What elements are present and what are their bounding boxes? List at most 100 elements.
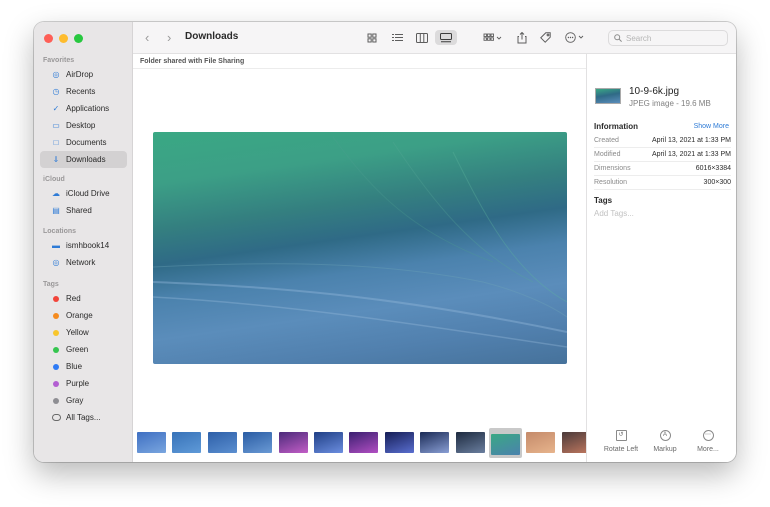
tag-button[interactable] — [538, 30, 552, 45]
markup-button[interactable]: A Markup — [643, 430, 687, 453]
zoom-window-button[interactable] — [74, 34, 83, 43]
filmstrip-thumbnail[interactable] — [137, 432, 166, 453]
icon-view-button[interactable] — [364, 30, 380, 45]
sidebar-item-label: iCloud Drive — [66, 189, 110, 198]
info-value: 300×300 — [703, 179, 731, 186]
filmstrip-thumbnail[interactable] — [349, 432, 379, 453]
tag-color-dot — [51, 379, 61, 389]
sidebar-item-label: Gray — [66, 396, 84, 405]
sidebar-item-all-tags[interactable]: All Tags... — [40, 409, 127, 426]
forward-button[interactable]: › — [167, 30, 171, 45]
tag-dot — [53, 363, 59, 370]
icon-view-icon — [367, 33, 377, 43]
info-key: Dimensions — [594, 165, 631, 172]
more-button[interactable]: ⋯ More... — [686, 430, 730, 453]
sidebar-item-shared[interactable]: ▤ Shared — [40, 202, 127, 219]
sidebar-header-tags: Tags — [43, 281, 59, 288]
list-view-button[interactable] — [389, 30, 405, 45]
info-row-modified: Modified April 13, 2021 at 1:33 PM — [594, 148, 731, 162]
filmstrip-thumbnail[interactable] — [526, 432, 556, 453]
action-label: Rotate Left — [603, 446, 639, 453]
share-button[interactable] — [515, 30, 529, 45]
tags-header: Tags — [594, 196, 613, 205]
filmstrip-thumbnail[interactable] — [278, 432, 308, 453]
tag-dot — [53, 346, 59, 353]
sidebar-item-label: Desktop — [66, 121, 96, 130]
group-by-button[interactable] — [481, 30, 505, 45]
show-more-link[interactable]: Show More — [694, 123, 729, 130]
tag-color-dot — [51, 311, 61, 321]
sidebar-item-label: Applications — [66, 104, 110, 113]
filmstrip-thumbnail[interactable] — [384, 432, 414, 453]
tag-dot — [53, 295, 59, 302]
search-field[interactable]: Search — [608, 30, 728, 46]
rotate-left-button[interactable]: ↺ Rotate Left — [599, 430, 643, 453]
tag-color-dot — [51, 396, 61, 406]
filmstrip-thumbnail[interactable] — [491, 434, 520, 455]
add-tags-field[interactable]: Add Tags... — [594, 209, 634, 218]
cloud-icon: ☁ — [52, 189, 60, 198]
filmstrip-thumbnail[interactable] — [207, 432, 237, 453]
group-grid-icon — [483, 33, 502, 41]
sidebar-item-recents[interactable]: ◷ Recents — [40, 83, 127, 100]
back-button[interactable]: ‹ — [145, 30, 149, 45]
info-key: Created — [594, 137, 619, 144]
action-menu-button[interactable] — [563, 30, 587, 45]
filmstrip-thumbnail[interactable] — [172, 432, 202, 453]
info-row-created: Created April 13, 2021 at 1:33 PM — [594, 134, 731, 148]
sidebar-item-documents[interactable]: □ Documents — [40, 134, 127, 151]
sidebar-item-desktop[interactable]: ▭ Desktop — [40, 117, 127, 134]
info-value: 6016×3384 — [695, 165, 731, 172]
close-window-button[interactable] — [44, 34, 53, 43]
tag-icon — [539, 32, 551, 43]
preview-image[interactable] — [153, 132, 567, 364]
filmstrip-thumbnail[interactable] — [561, 432, 586, 453]
filmstrip-thumbnail[interactable] — [455, 432, 485, 453]
info-row-dimensions: Dimensions 6016×3384 — [594, 162, 731, 176]
column-view-button[interactable] — [414, 30, 430, 45]
file-name: 10-9-6k.jpg — [629, 86, 680, 97]
window-controls — [44, 34, 83, 43]
sidebar-item-icloud-drive[interactable]: ☁ iCloud Drive — [40, 185, 127, 202]
sidebar-item-green[interactable]: Green — [40, 341, 127, 358]
filmstrip-thumbnail[interactable] — [420, 432, 450, 453]
finder-window: Favorites ◎ AirDrop ◷ Recents ✓ Applications ▭… — [34, 22, 736, 462]
sidebar-item-downloads[interactable]: ⇓ Downloads — [40, 151, 127, 168]
sidebar-item-applications[interactable]: ✓ Applications — [40, 100, 127, 117]
sidebar-item-gray[interactable]: Gray — [40, 392, 127, 409]
minimize-window-button[interactable] — [59, 34, 68, 43]
sidebar-item-label: Yellow — [66, 328, 89, 337]
sidebar-item-label: Recents — [66, 87, 96, 96]
download-icon: ⇓ — [52, 155, 60, 164]
sidebar-item-yellow[interactable]: Yellow — [40, 324, 127, 341]
sidebar-locations: Locations ▬ ismhbook14 ◎ Network — [34, 227, 133, 271]
sidebar-item-blue[interactable]: Blue — [40, 358, 127, 375]
tag-dot — [53, 312, 59, 319]
inspector-panel: 10-9-6k.jpg JPEG image - 19.6 MB Informa… — [586, 54, 736, 462]
sidebar-item-red[interactable]: Red — [40, 290, 127, 307]
sidebar-item-label: ismhbook14 — [66, 241, 110, 250]
path-bar: Folder shared with File Sharing — [133, 54, 586, 69]
sidebar-header-favorites: Favorites — [43, 57, 75, 64]
wave-texture — [153, 136, 567, 348]
gallery-view-button[interactable] — [435, 30, 457, 45]
sidebar-item-purple[interactable]: Purple — [40, 375, 127, 392]
column-view-icon — [416, 32, 428, 43]
sidebar-item-label: Network — [66, 258, 96, 267]
action-label: Markup — [653, 446, 677, 453]
info-value: April 13, 2021 at 1:33 PM — [652, 151, 731, 158]
rotate-left-icon: ↺ — [615, 430, 627, 441]
all-tags-icon — [51, 413, 61, 423]
filmstrip-thumbnail[interactable] — [243, 432, 273, 453]
sidebar-item-label: AirDrop — [66, 70, 94, 79]
sidebar-tags: Tags Red Orange Yellow Green Blue Purple Gray A… — [34, 280, 133, 426]
sidebar-item-label: Blue — [66, 362, 83, 371]
list-view-icon — [391, 34, 403, 41]
sidebar-item-network[interactable]: ◎ Network — [40, 254, 127, 271]
sidebar-item-airdrop[interactable]: ◎ AirDrop — [40, 66, 127, 83]
search-placeholder: Search — [626, 33, 652, 43]
sidebar-item-ismhbook14[interactable]: ▬ ismhbook14 — [40, 237, 127, 254]
filmstrip-thumbnail[interactable] — [314, 432, 343, 453]
sidebar-item-orange[interactable]: Orange — [40, 307, 127, 324]
info-key: Resolution — [594, 179, 628, 186]
